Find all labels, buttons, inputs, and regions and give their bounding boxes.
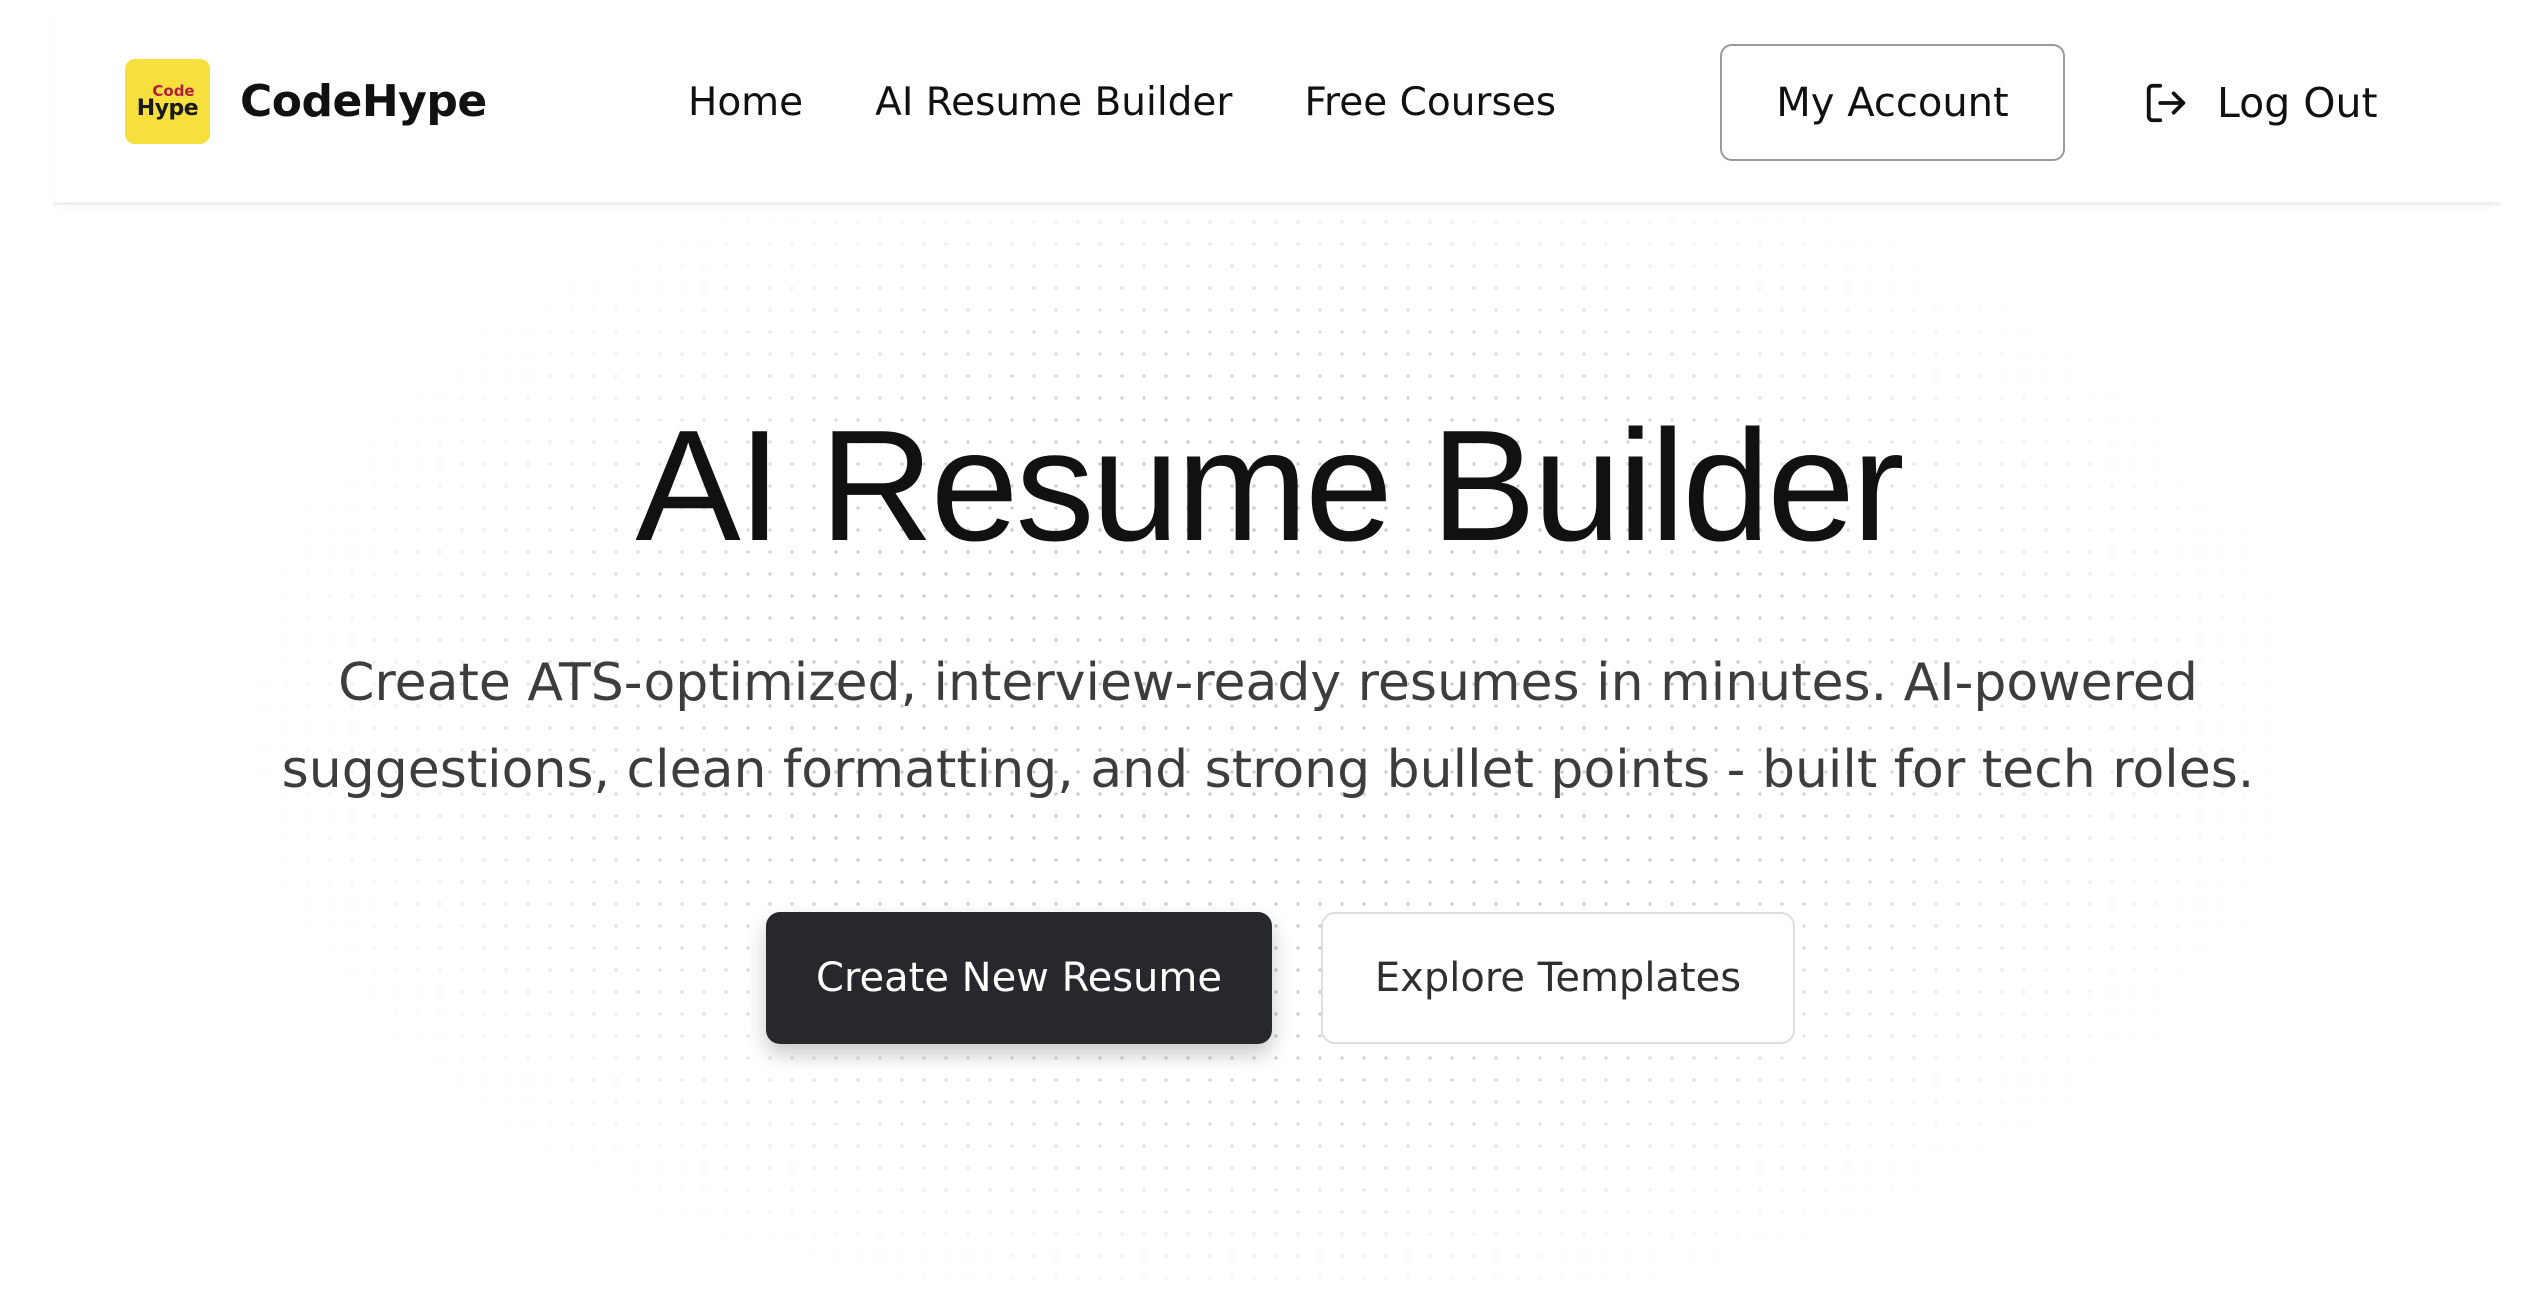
nav-link-home[interactable]: Home [688, 80, 803, 125]
brand-name: CodeHype [240, 76, 487, 127]
nav-link-ai-resume-builder[interactable]: AI Resume Builder [875, 80, 1232, 125]
hero-subtitle: Create ATS-optimized, interview-ready re… [281, 653, 2255, 800]
explore-templates-button[interactable]: Explore Templates [1321, 912, 1795, 1044]
logo-badge-hype-text: Hype [136, 95, 199, 121]
log-out-icon [2143, 80, 2189, 126]
page-title: AI Resume Builder [635, 398, 1904, 574]
main-nav: Home AI Resume Builder Free Courses [688, 0, 1628, 205]
brand-logo-badge: Code Hype [125, 59, 210, 144]
my-account-button[interactable]: My Account [1720, 44, 2065, 161]
log-out-button[interactable]: Log Out [2143, 44, 2378, 161]
log-out-label: Log Out [2217, 78, 2378, 127]
nav-link-free-courses[interactable]: Free Courses [1304, 80, 1556, 125]
create-new-resume-button[interactable]: Create New Resume [766, 912, 1272, 1044]
brand-logo-link[interactable]: Code Hype CodeHype [125, 59, 487, 144]
top-navigation-bar: Code Hype CodeHype Home AI Resume Builde… [53, 0, 2500, 205]
